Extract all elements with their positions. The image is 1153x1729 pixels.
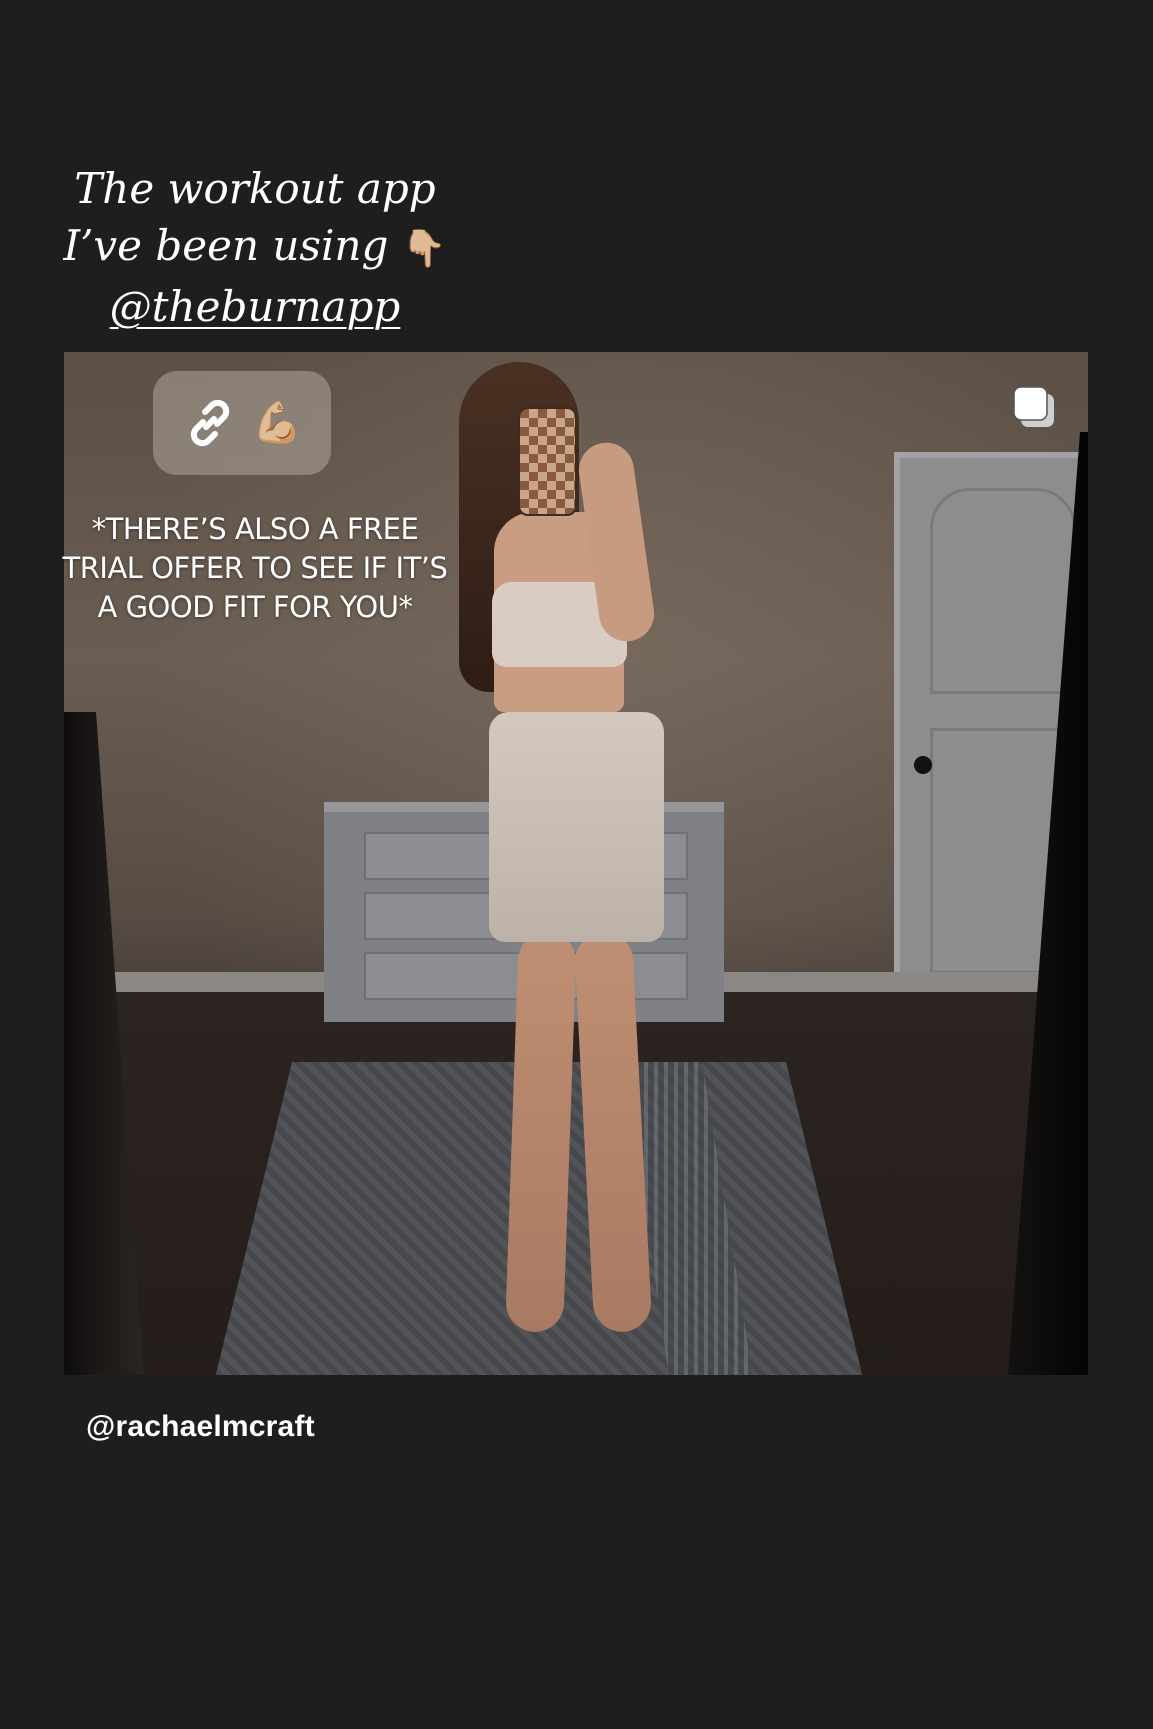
photo-door-panel [930,488,1076,694]
caption-line-2-text: I’ve been using [63,221,389,270]
shared-post-image[interactable] [64,352,1088,1375]
free-trial-line-1: *THERE’S ALSO A FREE [91,512,419,546]
free-trial-line-3: A GOOD FIT FOR YOU* [97,590,413,624]
post-author-handle[interactable]: @rachaelmcraft [86,1410,315,1444]
link-icon [182,395,238,451]
mention-link-theburnapp[interactable]: @theburnapp [60,278,450,335]
caption-line-1: The workout app [74,164,436,213]
link-sticker[interactable]: 💪🏼 [153,371,331,475]
flexed-bicep-icon: 💪🏼 [252,401,302,445]
carousel-icon [1010,383,1058,431]
photo-phone [518,407,577,516]
caption-line-2: I’ve been using 👇🏼 [60,217,450,278]
free-trial-line-2: TRIAL OFFER TO SEE IF IT’S [62,551,448,585]
photo-door-knob [914,756,932,774]
story-caption: The workout app I’ve been using 👇🏼 @theb… [60,160,450,335]
photo-person-shorts [489,712,664,942]
free-trial-text: *THERE’S ALSO A FREE TRIAL OFFER TO SEE … [40,510,470,627]
pointing-down-icon: 👇🏼 [401,228,447,270]
story-screen: The workout app I’ve been using 👇🏼 @theb… [0,0,1153,1729]
